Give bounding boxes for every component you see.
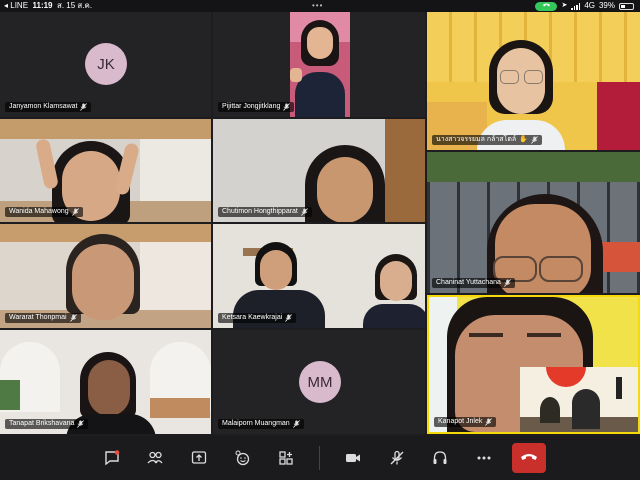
participant-name-tag: Chaninat Yuttachana — [432, 278, 515, 288]
share-screen-icon — [191, 451, 207, 464]
apps-button[interactable] — [274, 446, 298, 470]
meeting-toolbar — [0, 436, 640, 480]
status-bar: ◂ LINE 11:19 ส. 15 ส.ค. ••• ➤ 4G 39% — [0, 0, 640, 12]
participant-name: Chutimon Hongthipparat — [222, 208, 298, 215]
video-button[interactable] — [341, 446, 365, 470]
participant-tile[interactable]: JK Janyamon Klamsawat — [0, 12, 211, 117]
mic-muted-icon — [77, 420, 85, 428]
mic-muted-icon — [80, 103, 88, 111]
audio-button[interactable] — [428, 446, 452, 470]
toolbar-divider — [319, 446, 320, 470]
participant-name: Wararat Thonpmai — [9, 314, 67, 321]
video-feed — [290, 12, 350, 117]
participant-name: Chaninat Yuttachana — [436, 279, 501, 286]
more-icon — [477, 456, 491, 460]
participant-name: Tanapat Brikshavana — [9, 420, 75, 427]
status-time: 11:19 — [32, 1, 53, 10]
participant-name-tag: Wararat Thonpmai — [5, 313, 81, 323]
mic-muted-icon — [71, 208, 79, 216]
participant-name-tag: Janyamon Klamsawat — [5, 102, 92, 112]
mute-button[interactable] — [385, 446, 409, 470]
status-date: ส. 15 ส.ค. — [56, 1, 93, 10]
reactions-icon — [235, 450, 250, 466]
mic-muted-icon — [531, 136, 538, 144]
battery-icon — [619, 2, 634, 10]
leave-call-icon — [521, 454, 537, 460]
video-feed — [427, 12, 640, 150]
participant-name: Kanapot Jnlek — [438, 418, 483, 425]
participant-tile[interactable]: Chaninat Yuttachana — [427, 152, 640, 293]
participant-tile[interactable]: Pijittar Jongjitklang — [213, 12, 425, 117]
participant-tile-active-speaker[interactable]: Kanapot Jnlek — [427, 295, 640, 434]
video-camera-icon — [346, 454, 360, 462]
participant-name-tag: Ketsara Kaewkrajai — [218, 313, 297, 323]
back-to-line-link[interactable]: ◂ LINE — [4, 1, 28, 10]
audio-icon — [433, 451, 447, 464]
participant-name: Malaiporn Muangman — [222, 420, 290, 427]
participant-tile[interactable]: Chutimon Hongthipparat — [213, 119, 425, 222]
signal-icon — [571, 2, 581, 10]
more-button[interactable] — [472, 446, 496, 470]
participant-tile[interactable]: Wanida Mahawong — [0, 119, 211, 222]
participant-tile[interactable]: Tanapat Brikshavana — [0, 330, 211, 434]
participant-tile[interactable]: MM Malaiporn Muangman — [213, 330, 425, 434]
share-screen-button[interactable] — [187, 446, 211, 470]
participant-name-tag: นางสาวจรรยมล กล้าสโตล์ ✋ — [432, 135, 542, 145]
mic-muted-icon — [69, 314, 77, 322]
network-type: 4G — [584, 1, 595, 10]
status-right: ➤ 4G 39% — [535, 0, 634, 12]
mic-muted-icon — [292, 420, 300, 428]
mic-muted-icon — [285, 314, 293, 322]
leave-call-button[interactable] — [512, 443, 546, 473]
mic-muted-icon — [301, 208, 308, 216]
participant-tile[interactable]: Wararat Thonpmai — [0, 224, 211, 328]
participants-button[interactable] — [143, 446, 167, 470]
virtual-background-thumbnail — [520, 367, 638, 432]
status-left: ◂ LINE 11:19 ส. 15 ส.ค. — [4, 0, 92, 12]
apps-icon — [279, 451, 293, 465]
mic-muted-icon — [390, 450, 404, 465]
avatar-initials: MM — [307, 373, 333, 391]
location-icon: ➤ — [561, 2, 568, 9]
participant-name: Ketsara Kaewkrajai — [222, 314, 283, 321]
chat-icon — [105, 450, 120, 466]
active-call-icon[interactable] — [535, 1, 558, 11]
chat-button[interactable] — [100, 446, 124, 470]
hand-raised-icon: ✋ — [519, 136, 528, 143]
participant-name: Pijittar Jongjitklang — [222, 103, 281, 110]
multitask-dots-icon[interactable]: ••• — [312, 0, 323, 12]
participants-icon — [147, 451, 163, 464]
mic-muted-icon — [283, 103, 291, 111]
reactions-button[interactable] — [231, 446, 255, 470]
battery-percent: 39% — [598, 1, 615, 10]
participant-name-tag: Wanida Mahawong — [5, 207, 83, 217]
mic-muted-icon — [485, 418, 493, 426]
mic-muted-icon — [504, 279, 511, 287]
participant-tile[interactable]: Ketsara Kaewkrajai — [213, 224, 425, 328]
participant-name-tag: Tanapat Brikshavana — [5, 419, 89, 429]
participant-name-tag: Kanapot Jnlek — [434, 417, 497, 427]
participant-name-tag: Malaiporn Muangman — [218, 419, 304, 429]
participant-name: Wanida Mahawong — [9, 208, 69, 215]
participant-name-tag: Chutimon Hongthipparat — [218, 207, 312, 217]
avatar: JK — [85, 43, 127, 85]
avatar: MM — [299, 361, 341, 403]
participant-name: Janyamon Klamsawat — [9, 103, 78, 110]
participant-name-tag: Pijittar Jongjitklang — [218, 102, 295, 112]
video-feed — [427, 152, 640, 293]
avatar-initials: JK — [97, 55, 115, 73]
participant-name: นางสาวจรรยมล กล้าสโตล์ — [436, 136, 517, 143]
participant-tile[interactable]: นางสาวจรรยมล กล้าสโตล์ ✋ — [427, 12, 640, 150]
